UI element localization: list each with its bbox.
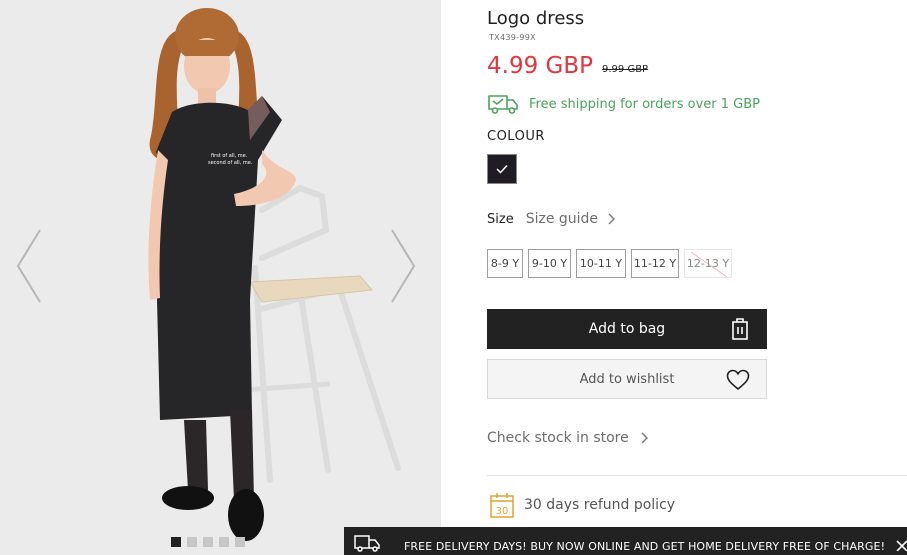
size-option-label: 12-13 Y: [686, 257, 730, 270]
chevron-right-icon: [608, 213, 616, 225]
size-label: Size: [487, 211, 514, 227]
size-option[interactable]: 11-12 Y: [631, 249, 679, 278]
add-to-wishlist-label: Add to wishlist: [579, 371, 675, 387]
chevron-right-icon: [391, 229, 416, 303]
gallery-dot[interactable]: [187, 537, 197, 547]
gallery-dot[interactable]: [235, 537, 245, 547]
checkmark-icon: [496, 164, 508, 174]
gallery-dot[interactable]: [203, 537, 213, 547]
delivery-icon: [354, 535, 380, 552]
size-guide-link[interactable]: Size guide: [526, 211, 598, 227]
shipping-note: Free shipping for orders over 1 GBP: [487, 91, 760, 117]
size-options: 8-9 Y 9-10 Y 10-11 Y 11-12 Y 12-13 Y: [487, 249, 737, 278]
refund-text: 30 days refund policy: [524, 497, 676, 513]
gallery-dot[interactable]: [171, 537, 181, 547]
banner-close-button[interactable]: [895, 536, 907, 554]
calendar-icon: 30: [490, 493, 514, 518]
gallery-next-button[interactable]: [388, 228, 418, 304]
svg-text:second of all, me.: second of all, me.: [208, 160, 253, 166]
size-option-label: 11-12 Y: [633, 257, 677, 270]
shipping-text: Free shipping for orders over 1 GBP: [529, 96, 761, 112]
product-gallery[interactable]: first of all, me. second of all, me.: [0, 0, 441, 555]
size-option-label: 9-10 Y: [531, 257, 568, 270]
shopping-bag-icon: [732, 318, 748, 340]
product-photo: first of all, me. second of all, me.: [0, 0, 441, 555]
size-option-unavailable[interactable]: 12-13 Y: [684, 249, 732, 278]
size-option-label: 10-11 Y: [579, 257, 623, 270]
size-option[interactable]: 10-11 Y: [576, 249, 626, 278]
banner-text: FREE DELIVERY DAYS! BUY NOW ONLINE AND G…: [404, 540, 886, 553]
gallery-prev-button[interactable]: [14, 228, 44, 304]
size-option[interactable]: 9-10 Y: [528, 249, 571, 278]
chevron-left-icon: [16, 229, 41, 303]
gallery-pagination: [171, 537, 245, 547]
product-sku: TX439-99X: [489, 33, 536, 42]
check-stock-link[interactable]: Check stock in store: [487, 430, 649, 446]
close-icon: [896, 540, 907, 552]
add-to-bag-label: Add to bag: [588, 321, 666, 337]
product-title: Logo dress: [487, 8, 585, 29]
size-option[interactable]: 8-9 Y: [487, 249, 523, 278]
product-price: 4.99 GBP: [487, 53, 593, 79]
size-row: Size Size guide: [487, 211, 616, 227]
add-to-wishlist-button[interactable]: Add to wishlist: [487, 359, 767, 399]
product-old-price: 9.99 GBP: [602, 64, 649, 75]
chevron-right-icon: [641, 432, 648, 444]
colour-label: COLOUR: [487, 129, 545, 144]
divider: [487, 475, 907, 476]
gallery-dot[interactable]: [219, 537, 229, 547]
check-stock-label: Check stock in store: [487, 430, 629, 446]
refund-policy: 30 30 days refund policy: [490, 492, 675, 518]
heart-icon: [726, 369, 750, 391]
size-option-label: 8-9 Y: [490, 257, 520, 270]
svg-text:first of all, me.: first of all, me.: [211, 153, 248, 159]
free-delivery-banner: FREE DELIVERY DAYS! BUY NOW ONLINE AND G…: [344, 527, 907, 555]
calendar-badge: 30: [496, 506, 509, 517]
add-to-bag-button[interactable]: Add to bag: [487, 309, 767, 349]
truck-icon: [488, 95, 518, 114]
colour-swatch-black[interactable]: [487, 154, 517, 184]
